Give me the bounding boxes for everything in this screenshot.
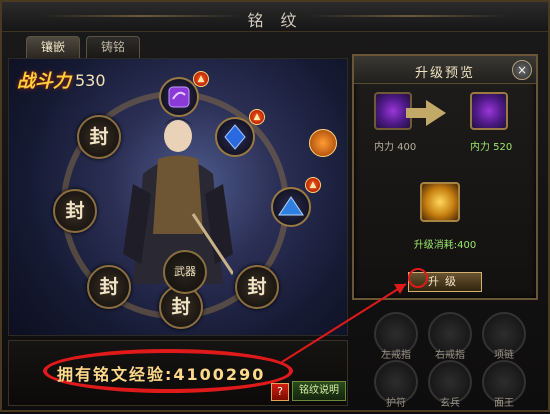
sealed-slot[interactable]: 封	[87, 265, 131, 309]
inscription-experience: 拥有铭文经验:4100290	[57, 365, 266, 384]
gold-material-icon	[420, 182, 460, 222]
equip-label: 护符	[386, 398, 406, 409]
tab-inlay[interactable]: 镶嵌	[26, 36, 80, 58]
arrow-right-icon	[426, 100, 446, 126]
sky-gem-icon	[278, 196, 304, 216]
window: 铭 纹 镶嵌 铸铭 战斗力 530 ▲ ▲ ▲ 封 封 封 封 封 武器 拥有铭…	[0, 0, 550, 412]
experience-panel: 拥有铭文经验:4100290 ? 铭纹说明	[8, 340, 348, 406]
upgrade-preview-panel: 升级预览 × 内力 400 内力 520 升级消耗:400 升级	[352, 54, 538, 300]
upgrade-arrow-icon[interactable]: ▲	[305, 177, 321, 193]
window-title: 铭 纹	[247, 11, 303, 30]
equip-label: 面王	[494, 398, 514, 409]
next-gem-icon	[470, 92, 508, 130]
upgrade-arrow-icon[interactable]: ▲	[193, 71, 209, 87]
gem-slot-top[interactable]	[159, 77, 199, 117]
weapon-slot-button[interactable]: 武器	[163, 250, 207, 294]
upgrade-button[interactable]: 升级	[408, 272, 482, 292]
combat-power-label: 战斗力	[17, 71, 71, 92]
equip-label: 左戒指	[381, 350, 411, 361]
blue-gem-icon	[224, 124, 246, 150]
tab-forge[interactable]: 铸铭	[86, 36, 140, 58]
next-stat: 内力 520	[470, 142, 513, 153]
combat-power-value: 530	[75, 71, 106, 90]
preview-header: 升级预览 ×	[354, 56, 536, 84]
title-bar: 铭 纹	[2, 2, 548, 32]
inscription-rules-button[interactable]: 铭纹说明	[292, 381, 346, 401]
hint-icon[interactable]	[309, 129, 337, 157]
gem-slot-right[interactable]	[271, 187, 311, 227]
current-stat: 内力 400	[374, 142, 417, 153]
equip-label: 项链	[494, 350, 514, 361]
purple-gem-icon	[168, 86, 190, 108]
sealed-slot[interactable]: 封	[53, 189, 97, 233]
sealed-slot[interactable]: 封	[235, 265, 279, 309]
help-button[interactable]: ?	[271, 383, 289, 401]
equip-label: 右戒指	[435, 350, 465, 361]
preview-title: 升级预览	[414, 66, 475, 81]
sealed-slot[interactable]: 封	[77, 115, 121, 159]
upgrade-arrow-icon[interactable]: ▲	[249, 109, 265, 125]
upgrade-cost: 升级消耗:400	[413, 240, 477, 251]
gem-slot-upper-right[interactable]	[215, 117, 255, 157]
arrow-right-icon	[406, 108, 428, 118]
close-button[interactable]: ×	[512, 60, 532, 80]
equip-label: 玄兵	[440, 398, 460, 409]
character-scene: 战斗力 530 ▲ ▲ ▲ 封 封 封 封 封 武器	[8, 58, 348, 336]
